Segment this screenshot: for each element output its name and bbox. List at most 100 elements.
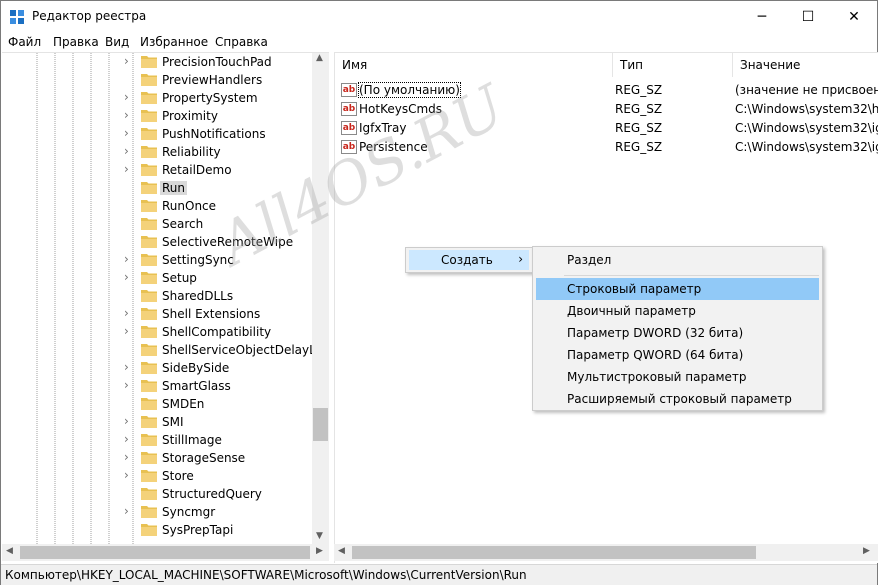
tree-item[interactable]: SelectiveRemoteWipe: [2, 233, 312, 251]
scroll-right-icon[interactable]: ▶: [863, 546, 870, 556]
expand-arrow-icon[interactable]: ›: [124, 360, 129, 374]
close-button[interactable]: ✕: [831, 1, 877, 32]
expand-arrow-icon[interactable]: ›: [124, 378, 129, 392]
value-row[interactable]: ab (По умолчанию) REG_SZ (значение не присв…: [335, 81, 878, 100]
tree-item[interactable]: › Reliability: [2, 143, 312, 161]
tree-item[interactable]: › SettingSync: [2, 251, 312, 269]
tree-item[interactable]: SMDEn: [2, 395, 312, 413]
tree-item[interactable]: ShellServiceObjectDelayLoad: [2, 341, 338, 359]
expand-arrow-icon[interactable]: ›: [124, 468, 129, 482]
scroll-left-icon[interactable]: ◀: [338, 546, 345, 556]
tree-item-label: SelectiveRemoteWipe: [162, 235, 294, 249]
value-row[interactable]: abIgfxTray REG_SZ C:\Windows\system32\igfx…: [335, 119, 878, 138]
expand-arrow-icon[interactable]: ›: [124, 306, 129, 320]
tree-item[interactable]: › SmartGlass: [2, 377, 312, 395]
folder-icon: [141, 290, 157, 302]
tree-vertical-scrollbar[interactable]: ▲ ▼: [312, 53, 329, 545]
tree-item-label: SmartGlass: [162, 379, 231, 393]
submenu-item-multistring-value[interactable]: Мультистроковый параметр: [536, 366, 819, 388]
expand-arrow-icon[interactable]: ›: [124, 162, 129, 176]
tree-item[interactable]: › RetailDemo: [2, 161, 312, 179]
folder-icon: [141, 92, 157, 104]
tree-item[interactable]: › Proximity: [2, 107, 312, 125]
column-header-value[interactable]: Значение: [733, 53, 878, 77]
menu-favorites[interactable]: Избранное: [140, 35, 208, 49]
tree-item[interactable]: › ShellCompatibility: [2, 323, 312, 341]
tree-item-label: Shell Extensions: [162, 307, 261, 321]
expand-arrow-icon[interactable]: ›: [124, 270, 129, 284]
tree-item[interactable]: › SMI: [2, 413, 312, 431]
expand-arrow-icon[interactable]: ›: [124, 414, 129, 428]
submenu-item-qword-value[interactable]: Параметр QWORD (64 бита): [536, 344, 819, 366]
value-name: (По умолчанию): [358, 82, 461, 98]
value-row[interactable]: ab HotKeysCmds REG_SZ C:\Windows\system32\h…: [335, 100, 878, 119]
tree-item[interactable]: › SideBySide: [2, 359, 312, 377]
tree-item-label: SMI: [162, 415, 184, 429]
submenu-separator: [564, 275, 819, 276]
values-hscroll-thumb[interactable]: [352, 546, 756, 559]
submenu-item-key[interactable]: Раздел: [536, 249, 819, 271]
expand-arrow-icon[interactable]: ›: [124, 504, 129, 518]
menu-help[interactable]: Справка: [215, 35, 268, 49]
tree-item[interactable]: SharedDLLs: [2, 287, 312, 305]
tree-scroll-thumb[interactable]: [313, 408, 328, 441]
value-data: C:\Windows\system32\hkcmd: [735, 102, 878, 116]
tree-item[interactable]: › PrecisionTouchPad: [2, 53, 312, 71]
tree-item[interactable]: RunOnce: [2, 197, 312, 215]
tree-horizontal-scrollbar[interactable]: ◀ ▶: [2, 544, 329, 561]
expand-arrow-icon[interactable]: ›: [124, 126, 129, 140]
key-tree-pane[interactable]: › PrecisionTouchPad PreviewHandlers › Proper…: [2, 52, 338, 563]
value-row[interactable]: ab Persistence REG_SZ C:\Windows\system32\i…: [335, 138, 878, 157]
tree-item[interactable]: › Setup: [2, 269, 312, 287]
tree-item[interactable]: PreviewHandlers: [2, 71, 312, 89]
title-bar: Редактор реестра ─ ☐ ✕: [1, 1, 877, 32]
expand-arrow-icon[interactable]: ›: [124, 252, 129, 266]
tree-item[interactable]: Search: [2, 215, 312, 233]
menu-edit[interactable]: Правка: [53, 35, 99, 49]
value-type: REG_SZ: [615, 121, 663, 135]
expand-arrow-icon[interactable]: ›: [124, 90, 129, 104]
tree-item[interactable]: › PropertySystem: [2, 89, 312, 107]
scroll-left-icon[interactable]: ◀: [6, 546, 13, 556]
scroll-down-icon[interactable]: ▼: [316, 531, 323, 541]
tree-item[interactable]: › Store: [2, 467, 312, 485]
tree-item[interactable]: › StorageSense: [2, 449, 312, 467]
submenu-item-binary-value[interactable]: Двоичный параметр: [536, 300, 819, 322]
tree-item[interactable]: StructuredQuery: [2, 485, 312, 503]
expand-arrow-icon[interactable]: ›: [124, 432, 129, 446]
tree-item[interactable]: › StillImage: [2, 431, 312, 449]
folder-icon: [141, 416, 157, 428]
string-value-icon: ab: [341, 140, 357, 154]
expand-arrow-icon[interactable]: ›: [124, 144, 129, 158]
value-data: C:\Windows\system32\igfxtray: [735, 121, 878, 135]
tree-item[interactable]: › Syncmgr: [2, 503, 312, 521]
context-menu-create[interactable]: Создать ›: [409, 250, 529, 270]
expand-arrow-icon[interactable]: ›: [124, 108, 129, 122]
tree-item[interactable]: › PushNotifications: [2, 125, 312, 143]
menu-view[interactable]: Вид: [105, 35, 129, 49]
tree-item-label: PrecisionTouchPad: [162, 55, 272, 69]
tree-item-label: PushNotifications: [162, 127, 266, 141]
expand-arrow-icon[interactable]: ›: [124, 450, 129, 464]
expand-arrow-icon[interactable]: ›: [124, 54, 129, 68]
value-type: REG_SZ: [615, 140, 663, 154]
submenu-item-expandable-string-value[interactable]: Расширяемый строковый параметр: [536, 388, 819, 410]
tree-item[interactable]: SysPrepTapi: [2, 521, 312, 539]
minimize-button[interactable]: ─: [739, 1, 785, 32]
maximize-button[interactable]: ☐: [785, 1, 831, 32]
expand-arrow-icon[interactable]: ›: [124, 324, 129, 338]
column-header-type[interactable]: Тип: [613, 53, 733, 77]
tree-hscroll-thumb[interactable]: [20, 546, 310, 559]
tree-item[interactable]: › Shell Extensions: [2, 305, 312, 323]
menu-file[interactable]: Файл: [8, 35, 41, 49]
folder-icon: [141, 74, 157, 86]
tree-item[interactable]: Run: [2, 179, 312, 197]
scroll-up-icon[interactable]: ▲: [316, 53, 323, 63]
folder-icon: [141, 326, 157, 338]
submenu-item-string-value[interactable]: Строковый параметр: [536, 278, 819, 300]
folder-icon: [141, 254, 157, 266]
submenu-item-dword-value[interactable]: Параметр DWORD (32 бита): [536, 322, 819, 344]
column-header-name[interactable]: Имя: [335, 53, 613, 77]
values-horizontal-scrollbar[interactable]: ◀ ▶: [334, 544, 878, 561]
scroll-right-icon[interactable]: ▶: [316, 546, 323, 556]
